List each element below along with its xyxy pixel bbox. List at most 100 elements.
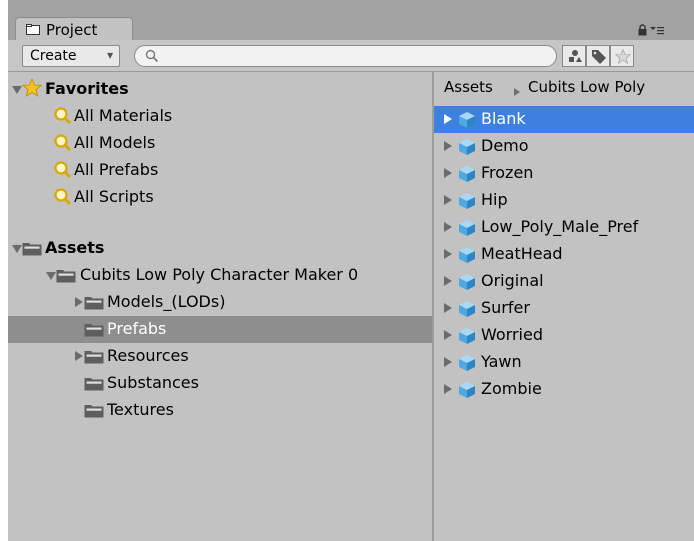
prefab-cube-icon: [459, 112, 475, 128]
folder-contents: Assets Cubits Low Poly Blank Demo Frozen Hi…: [434, 72, 694, 541]
breadcrumb: Assets Cubits Low Poly: [444, 78, 645, 96]
tree-label: Resources: [107, 346, 189, 365]
expand-arrow-icon[interactable]: [444, 303, 452, 313]
lock-icon[interactable]: [638, 24, 647, 36]
prefab-label: Surfer: [481, 298, 530, 317]
prefab-label: Blank: [481, 109, 526, 128]
search-field[interactable]: [134, 45, 557, 67]
expand-arrow-icon[interactable]: [12, 245, 22, 253]
tree-label: Favorites: [45, 79, 129, 98]
tree-item-all-prefabs[interactable]: All Prefabs: [8, 157, 432, 184]
tree-label: All Prefabs: [74, 160, 159, 179]
project-window: Project Create ▼ Favorites All Materials…: [8, 0, 694, 541]
expand-arrow-icon[interactable]: [444, 249, 452, 259]
expand-arrow-icon[interactable]: [444, 276, 452, 286]
search-icon: [54, 161, 72, 179]
prefab-item[interactable]: Surfer: [434, 295, 694, 322]
expand-arrow-icon[interactable]: [444, 114, 452, 124]
create-label: Create: [30, 48, 77, 64]
folder-icon: [84, 405, 104, 418]
expand-arrow-icon[interactable]: [444, 330, 452, 340]
prefab-label: Hip: [481, 190, 508, 209]
filter-by-label-button[interactable]: [586, 45, 610, 67]
tree-item-cubits-folder[interactable]: Cubits Low Poly Character Maker 0: [8, 262, 432, 289]
expand-arrow-icon[interactable]: [444, 222, 452, 232]
tree-label: Prefabs: [107, 319, 167, 338]
folder-tree: Favorites All Materials All Models All P…: [8, 72, 432, 541]
tree-label: All Models: [74, 133, 156, 152]
tree-item-assets[interactable]: Assets: [8, 235, 432, 262]
expand-arrow-icon[interactable]: [444, 195, 452, 205]
tree-item-all-scripts[interactable]: All Scripts: [8, 184, 432, 211]
tree-item-favorites[interactable]: Favorites: [8, 76, 432, 103]
menu-icon[interactable]: [650, 26, 664, 35]
tree-label: All Scripts: [74, 187, 154, 206]
prefab-item[interactable]: Hip: [434, 187, 694, 214]
folder-icon: [22, 243, 42, 256]
favorite-button[interactable]: [610, 45, 634, 67]
collapse-arrow-icon[interactable]: [75, 351, 83, 361]
prefab-item[interactable]: Blank: [434, 106, 694, 133]
search-icon: [54, 188, 72, 206]
tree-item-models-lods[interactable]: Models_(LODs): [8, 289, 432, 316]
prefab-label: Zombie: [481, 379, 542, 398]
chevron-down-icon: ▼: [107, 51, 114, 60]
expand-arrow-icon[interactable]: [12, 86, 22, 94]
tree-item-prefabs[interactable]: Prefabs: [8, 316, 432, 343]
prefab-label: Low_Poly_Male_Pref: [481, 217, 639, 236]
star-icon: [615, 49, 631, 64]
prefab-cube-icon: [459, 247, 475, 263]
prefab-cube-icon: [459, 166, 475, 182]
breadcrumb-item-assets[interactable]: Assets: [444, 78, 493, 96]
collapse-arrow-icon[interactable]: [75, 297, 83, 307]
prefab-item[interactable]: Frozen: [434, 160, 694, 187]
prefab-label: Frozen: [481, 163, 534, 182]
prefab-item[interactable]: Original: [434, 268, 694, 295]
tree-item-resources[interactable]: Resources: [8, 343, 432, 370]
breadcrumb-item-cubits[interactable]: Cubits Low Poly: [528, 78, 645, 96]
prefab-cube-icon: [459, 355, 475, 371]
tab-bar: Project: [8, 0, 694, 41]
toolbar: Create ▼: [8, 40, 694, 72]
label-tag-icon: [592, 50, 606, 64]
search-input[interactable]: [165, 47, 545, 65]
folder-icon: [26, 24, 40, 35]
prefab-item[interactable]: Low_Poly_Male_Pref: [434, 214, 694, 241]
prefab-label: Worried: [481, 325, 543, 344]
prefab-cube-icon: [459, 328, 475, 344]
breadcrumb-separator-icon: [514, 88, 520, 96]
prefab-cube-icon: [459, 220, 475, 236]
search-icon: [54, 107, 72, 125]
expand-arrow-icon[interactable]: [444, 384, 452, 394]
star-icon: [22, 78, 42, 97]
expand-arrow-icon[interactable]: [444, 168, 452, 178]
expand-arrow-icon[interactable]: [46, 272, 56, 280]
tree-label: Substances: [107, 373, 199, 392]
tree-item-all-models[interactable]: All Models: [8, 130, 432, 157]
create-button[interactable]: Create ▼: [22, 45, 120, 67]
expand-arrow-icon[interactable]: [444, 357, 452, 367]
prefab-item[interactable]: MeatHead: [434, 241, 694, 268]
tree-label: All Materials: [74, 106, 173, 125]
prefab-cube-icon: [459, 382, 475, 398]
prefab-label: MeatHead: [481, 244, 563, 263]
tab-project[interactable]: Project: [15, 17, 133, 41]
prefab-label: Original: [481, 271, 544, 290]
expand-arrow-icon[interactable]: [444, 141, 452, 151]
tree-item-substances[interactable]: Substances: [8, 370, 432, 397]
tree-item-textures[interactable]: Textures: [8, 397, 432, 424]
prefab-item[interactable]: Zombie: [434, 376, 694, 403]
filter-by-type-button[interactable]: [562, 45, 586, 67]
tree-item-all-materials[interactable]: All Materials: [8, 103, 432, 130]
folder-icon: [84, 297, 104, 310]
folder-icon: [84, 378, 104, 391]
prefab-label: Demo: [481, 136, 529, 155]
tab-label: Project: [46, 21, 98, 39]
folder-icon: [84, 324, 104, 337]
search-icon: [54, 134, 72, 152]
tree-label: Assets: [45, 238, 105, 257]
prefab-item[interactable]: Demo: [434, 133, 694, 160]
prefab-item[interactable]: Worried: [434, 322, 694, 349]
prefab-cube-icon: [459, 274, 475, 290]
prefab-item[interactable]: Yawn: [434, 349, 694, 376]
